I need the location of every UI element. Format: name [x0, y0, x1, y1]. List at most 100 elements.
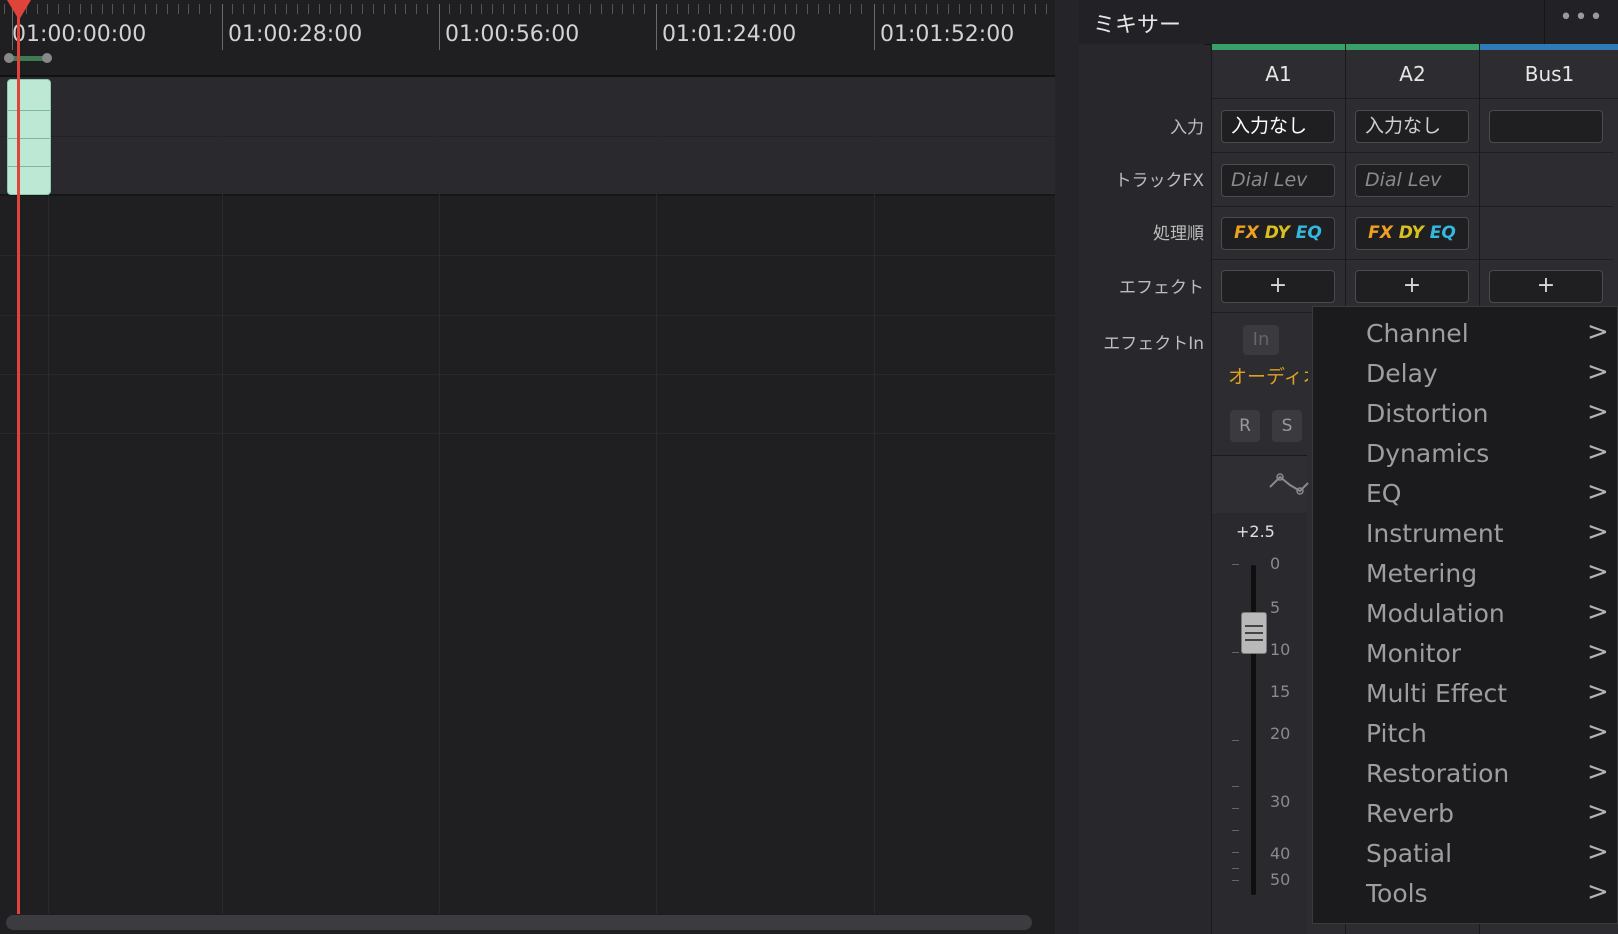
menu-item-reverb[interactable]: Reverb >: [1313, 795, 1617, 835]
ruler-minor-tick: [644, 4, 645, 14]
menu-item-dynamics[interactable]: Dynamics >: [1313, 435, 1617, 475]
menu-item-delay[interactable]: Delay >: [1313, 355, 1617, 395]
ruler-minor-tick: [742, 4, 743, 14]
in-out-range[interactable]: [4, 53, 52, 63]
ruler-minor-tick: [167, 4, 168, 14]
ruler-minor-tick: [47, 4, 48, 14]
menu-item-metering[interactable]: Metering >: [1313, 555, 1617, 595]
track-lane[interactable]: [0, 316, 1055, 375]
ruler-minor-tick: [633, 4, 634, 14]
ruler-minor-tick: [894, 4, 895, 14]
ruler-minor-tick: [861, 4, 862, 14]
track-lane[interactable]: [0, 137, 1055, 196]
fader-grip-line: [1245, 632, 1263, 634]
strip-name[interactable]: Bus1: [1480, 50, 1618, 99]
menu-item-spatial[interactable]: Spatial >: [1313, 835, 1617, 875]
menu-item-label: Spatial: [1366, 839, 1453, 868]
horizontal-scrollbar[interactable]: [6, 915, 1032, 930]
ruler-minor-tick: [427, 4, 428, 14]
playhead[interactable]: [17, 0, 20, 914]
ruler-minor-tick: [850, 4, 851, 14]
effects-in-button[interactable]: In: [1243, 325, 1279, 355]
range-out-handle[interactable]: [42, 53, 52, 63]
automation-curve-icon[interactable]: [1268, 469, 1312, 499]
grid-line: [222, 77, 223, 914]
strip-name[interactable]: A2: [1346, 50, 1479, 99]
input-select[interactable]: 入力なし: [1221, 110, 1335, 143]
ruler-minor-tick: [503, 4, 504, 14]
menu-item-label: Modulation: [1366, 599, 1505, 628]
ruler-minor-tick: [590, 4, 591, 14]
ruler-minor-tick: [471, 4, 472, 14]
menu-item-channel[interactable]: Channel >: [1313, 315, 1617, 355]
menu-item-multi-effect[interactable]: Multi Effect >: [1313, 675, 1617, 715]
mixer-title: ミキサー: [1093, 13, 1182, 38]
chevron-right-icon: >: [1587, 317, 1609, 347]
strip-name[interactable]: A1: [1212, 50, 1345, 99]
track-lane[interactable]: [0, 77, 1055, 137]
ruler-minor-tick: [774, 4, 775, 14]
processing-order-button[interactable]: FX DY EQ: [1221, 217, 1335, 250]
row-separator: [1480, 259, 1613, 260]
track-lane[interactable]: [0, 196, 1055, 256]
ruler-minor-tick: [785, 4, 786, 14]
panel-divider[interactable]: [1055, 0, 1079, 934]
audio-clip[interactable]: [7, 79, 51, 195]
track-area[interactable]: [0, 77, 1055, 914]
add-effect-button[interactable]: +: [1489, 270, 1603, 303]
track-fx-slot[interactable]: Dial Lev: [1221, 164, 1335, 197]
playhead-handle[interactable]: [7, 0, 31, 20]
add-effect-button[interactable]: +: [1221, 270, 1335, 303]
more-options-icon[interactable]: •••: [1544, 0, 1618, 44]
menu-item-instrument[interactable]: Instrument >: [1313, 515, 1617, 555]
menu-item-label: Restoration: [1366, 759, 1510, 788]
audio-track-label: オーディオ: [1228, 366, 1308, 388]
menu-item-label: EQ: [1366, 479, 1402, 508]
chevron-right-icon: >: [1587, 397, 1609, 427]
ruler-minor-tick: [557, 4, 558, 14]
ruler-minor-tick: [449, 4, 450, 14]
ruler-minor-tick: [188, 4, 189, 14]
track-fx-slot[interactable]: Dial Lev: [1355, 164, 1469, 197]
menu-item-pitch[interactable]: Pitch >: [1313, 715, 1617, 755]
ruler-minor-tick: [58, 4, 59, 14]
add-effect-button[interactable]: +: [1355, 270, 1469, 303]
solo-button[interactable]: S: [1272, 410, 1302, 442]
fader-scale-label: 10: [1270, 640, 1291, 659]
menu-item-label: Tools: [1366, 879, 1428, 908]
timecode-label: 01:01:52:00: [880, 22, 1015, 47]
record-button[interactable]: R: [1230, 410, 1260, 442]
menu-item-tools[interactable]: Tools >: [1313, 875, 1617, 915]
ruler-minor-tick: [80, 4, 81, 14]
fader-scale-label: 15: [1270, 682, 1291, 701]
chevron-right-icon: >: [1587, 797, 1609, 827]
ruler-minor-tick: [666, 4, 667, 14]
input-select[interactable]: [1489, 110, 1603, 143]
menu-item-distortion[interactable]: Distortion >: [1313, 395, 1617, 435]
track-lane[interactable]: [0, 375, 1055, 434]
menu-item-label: Channel: [1366, 319, 1469, 348]
menu-item-label: Metering: [1366, 559, 1478, 588]
ruler-minor-tick: [915, 4, 916, 14]
ruler-minor-tick: [460, 4, 461, 14]
fader-scale-label: 50: [1270, 870, 1291, 889]
ruler-minor-tick: [688, 4, 689, 14]
track-lane[interactable]: [0, 256, 1055, 316]
menu-item-eq[interactable]: EQ >: [1313, 475, 1617, 515]
row-separator: [1212, 259, 1345, 260]
menu-item-monitor[interactable]: Monitor >: [1313, 635, 1617, 675]
processing-order-button[interactable]: FX DY EQ: [1355, 217, 1469, 250]
input-select[interactable]: 入力なし: [1355, 110, 1469, 143]
track-lane[interactable]: [0, 434, 1055, 914]
fader-knob[interactable]: [1241, 612, 1267, 654]
ruler-minor-tick: [297, 4, 298, 14]
timecode-ruler[interactable]: 01:00:00:00 01:00:28:00 01:00:56:00 01:0…: [0, 0, 1055, 77]
range-in-handle[interactable]: [4, 53, 14, 63]
menu-item-restoration[interactable]: Restoration >: [1313, 755, 1617, 795]
chevron-right-icon: >: [1587, 357, 1609, 387]
ruler-minor-tick: [568, 4, 569, 14]
order-dy-tag: DY: [1264, 223, 1290, 243]
menu-item-modulation[interactable]: Modulation >: [1313, 595, 1617, 635]
ruler-minor-tick: [536, 4, 537, 14]
ruler-minor-tick: [731, 4, 732, 14]
